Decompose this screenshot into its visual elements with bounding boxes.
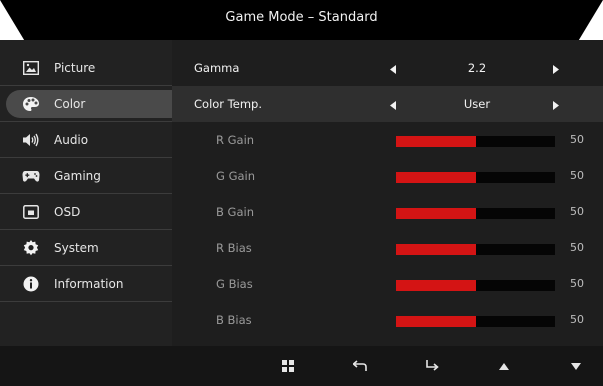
b-gain-row[interactable]: B Gain 50	[172, 194, 603, 230]
slider-value: 50	[570, 241, 584, 254]
arrow-right-icon[interactable]	[553, 63, 559, 77]
setting-label: B Bias	[216, 313, 252, 327]
b-gain-slider[interactable]	[396, 208, 555, 219]
slider-fill	[396, 172, 476, 183]
menu-grid-icon[interactable]	[278, 358, 298, 374]
sidebar-item-label: Color	[54, 96, 86, 111]
sidebar-item-audio[interactable]: Audio	[0, 122, 172, 158]
setting-label: Color Temp.	[194, 97, 262, 111]
r-bias-row[interactable]: R Bias 50	[172, 230, 603, 266]
slider-fill	[396, 136, 476, 147]
setting-label: Gamma	[194, 61, 240, 75]
slider-value: 50	[570, 205, 584, 218]
r-gain-row[interactable]: R Gain 50	[172, 122, 603, 158]
picture-icon	[22, 59, 40, 77]
button-bar	[0, 346, 603, 386]
palette-icon	[22, 95, 40, 113]
slider-fill	[396, 244, 476, 255]
speaker-icon	[22, 131, 40, 149]
slider-fill	[396, 208, 476, 219]
slider-fill	[396, 316, 476, 327]
g-gain-row[interactable]: G Gain 50	[172, 158, 603, 194]
sidebar: Picture Color Audio Gaming OSD System In…	[0, 40, 172, 346]
arrow-right-icon[interactable]	[553, 99, 559, 113]
sidebar-item-label: Audio	[54, 132, 89, 147]
gear-icon	[22, 239, 40, 257]
setting-value: User	[463, 97, 491, 111]
setting-label: G Bias	[216, 277, 253, 291]
down-icon[interactable]	[566, 358, 586, 374]
osd-window: Game Mode – Standard Picture Color Audio	[0, 0, 603, 386]
slider-fill	[396, 280, 476, 291]
sidebar-item-label: System	[54, 240, 99, 255]
up-icon[interactable]	[494, 358, 514, 374]
r-gain-slider[interactable]	[396, 136, 555, 147]
slider-value: 50	[570, 277, 584, 290]
g-gain-slider[interactable]	[396, 172, 555, 183]
settings-panel: Gamma 2.2 Color Temp. User R Gain 50 G G…	[172, 40, 603, 354]
setting-label: R Gain	[216, 133, 255, 147]
sidebar-item-label: Gaming	[54, 168, 101, 183]
sidebar-item-label: Picture	[54, 60, 96, 75]
slider-value: 50	[570, 133, 584, 146]
title-tab: Game Mode – Standard	[0, 0, 603, 40]
sidebar-item-osd[interactable]: OSD	[0, 194, 172, 230]
sidebar-item-picture[interactable]: Picture	[0, 50, 172, 86]
title-bar: Game Mode – Standard	[0, 0, 603, 40]
setting-label: B Gain	[216, 205, 254, 219]
g-bias-slider[interactable]	[396, 280, 555, 291]
r-bias-slider[interactable]	[396, 244, 555, 255]
info-icon	[22, 275, 40, 293]
arrow-left-icon[interactable]	[390, 99, 396, 113]
sidebar-item-color[interactable]: Color	[0, 86, 172, 122]
slider-value: 50	[570, 169, 584, 182]
b-bias-row[interactable]: B Bias 50	[172, 302, 603, 338]
setting-value: 2.2	[467, 61, 487, 75]
b-bias-slider[interactable]	[396, 316, 555, 327]
sidebar-item-information[interactable]: Information	[0, 266, 172, 302]
back-icon[interactable]	[350, 358, 370, 374]
color-temp-row[interactable]: Color Temp. User	[172, 86, 603, 122]
g-bias-row[interactable]: G Bias 50	[172, 266, 603, 302]
enter-icon[interactable]	[422, 358, 442, 374]
slider-value: 50	[570, 313, 584, 326]
page-title: Game Mode – Standard	[225, 10, 378, 25]
arrow-left-icon[interactable]	[390, 63, 396, 77]
sidebar-item-label: OSD	[54, 204, 81, 219]
gamma-row[interactable]: Gamma 2.2	[172, 50, 603, 86]
gamepad-icon	[22, 167, 40, 185]
sidebar-item-label: Information	[54, 276, 124, 291]
sidebar-item-gaming[interactable]: Gaming	[0, 158, 172, 194]
osd-icon	[22, 203, 40, 221]
sidebar-item-system[interactable]: System	[0, 230, 172, 266]
setting-label: G Gain	[216, 169, 256, 183]
setting-label: R Bias	[216, 241, 252, 255]
